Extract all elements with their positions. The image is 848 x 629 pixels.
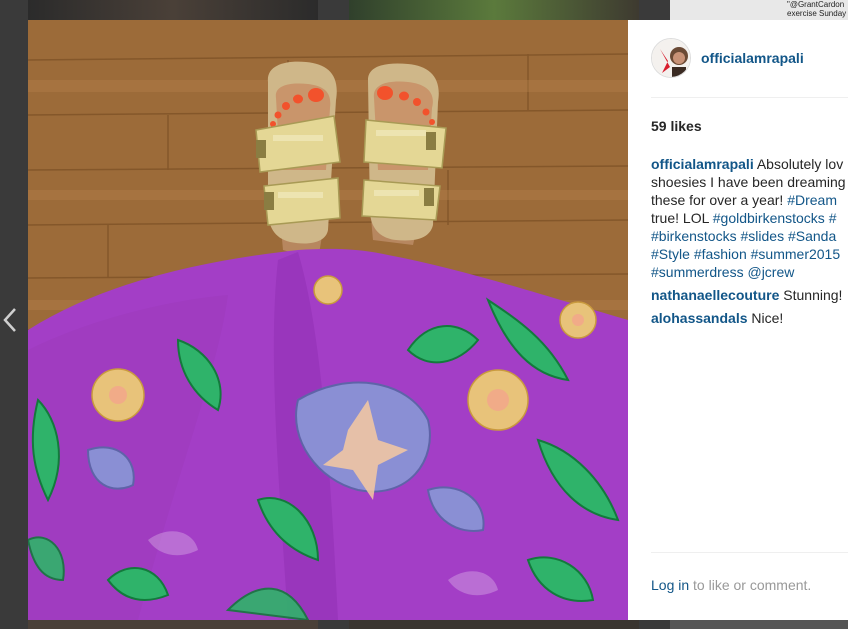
comment-text: Stunning!: [779, 287, 843, 303]
caption-line: these for over a year! #Dream: [651, 191, 848, 209]
post-photo[interactable]: [28, 20, 628, 620]
avatar-image: [652, 39, 690, 77]
header-divider: [651, 97, 848, 98]
caption-line: true! LOL #goldbirkenstocks #: [651, 209, 848, 227]
caption-line: Absolutely lov: [753, 156, 844, 172]
post-modal: officialamrapali 59 likes officialamrapa…: [28, 20, 848, 620]
caption-text: true! LOL: [651, 210, 713, 226]
caption-comment: officialamrapali Absolutely lov: [651, 155, 848, 173]
mention-link[interactable]: @jcrew: [747, 264, 794, 280]
hashtag-link[interactable]: #Dream: [787, 192, 837, 208]
background-thumbnail[interactable]: [670, 620, 848, 629]
background-thumbnail[interactable]: [28, 0, 318, 20]
background-thumbnail[interactable]: [349, 0, 639, 20]
comment-username[interactable]: nathanaellecouture: [651, 287, 779, 303]
background-thumbnail-caption: "@GrantCardon exercise Sunday: [787, 0, 847, 18]
login-prompt: Log in to like or comment.: [651, 577, 811, 593]
caption-text: these for over a year!: [651, 192, 788, 208]
likes-count[interactable]: 59 likes: [651, 118, 702, 134]
background-thumbnail[interactable]: [28, 620, 318, 629]
footer-divider: [651, 552, 848, 553]
background-thumbnail[interactable]: [349, 620, 639, 629]
hashtag-link[interactable]: #Style: [651, 246, 690, 262]
caption-line: #birkenstocks #slides #Sanda: [651, 227, 848, 245]
chevron-left-icon: [3, 308, 16, 332]
post-sidebar: officialamrapali 59 likes officialamrapa…: [628, 20, 848, 620]
login-link[interactable]: Log in: [651, 577, 689, 593]
post-header: officialamrapali: [651, 37, 848, 79]
comment: alohassandals Nice!: [651, 309, 848, 327]
hashtag-link[interactable]: #fashion: [694, 246, 747, 262]
login-prompt-text: to like or comment.: [689, 577, 812, 593]
comment-text: Nice!: [747, 310, 784, 326]
caption-text: Absolutely lov: [753, 156, 844, 172]
caption-line: #Style #fashion #summer2015: [651, 245, 848, 263]
hashtag-link[interactable]: #: [829, 210, 837, 226]
hashtag-link[interactable]: #Sanda: [788, 228, 836, 244]
hashtag-link[interactable]: #summerdress: [651, 264, 744, 280]
comments-list: officialamrapali Absolutely lov shoesies…: [651, 155, 848, 332]
comment-thread: nathanaellecouture Stunning! alohassandal…: [651, 286, 848, 327]
caption-line: #summerdress @jcrew: [651, 263, 848, 281]
comment-username[interactable]: alohassandals: [651, 310, 748, 326]
previous-post-button[interactable]: [0, 300, 20, 340]
hashtag-link[interactable]: #goldbirkenstocks: [713, 210, 825, 226]
comment: nathanaellecouture Stunning!: [651, 286, 848, 304]
hashtag-link[interactable]: #birkenstocks: [651, 228, 737, 244]
caption-line: shoesies I have been dreaming: [651, 173, 848, 191]
hashtag-link[interactable]: #slides: [740, 228, 784, 244]
post-author-username[interactable]: officialamrapali: [701, 50, 804, 66]
hashtag-link[interactable]: #summer2015: [751, 246, 841, 262]
caption-continued: shoesies I have been dreaming these for o…: [651, 173, 848, 281]
caption-text: shoesies I have been dreaming: [651, 174, 846, 190]
caption-username[interactable]: officialamrapali: [651, 156, 754, 172]
avatar[interactable]: [651, 38, 691, 78]
photo-illustration: [28, 20, 628, 620]
